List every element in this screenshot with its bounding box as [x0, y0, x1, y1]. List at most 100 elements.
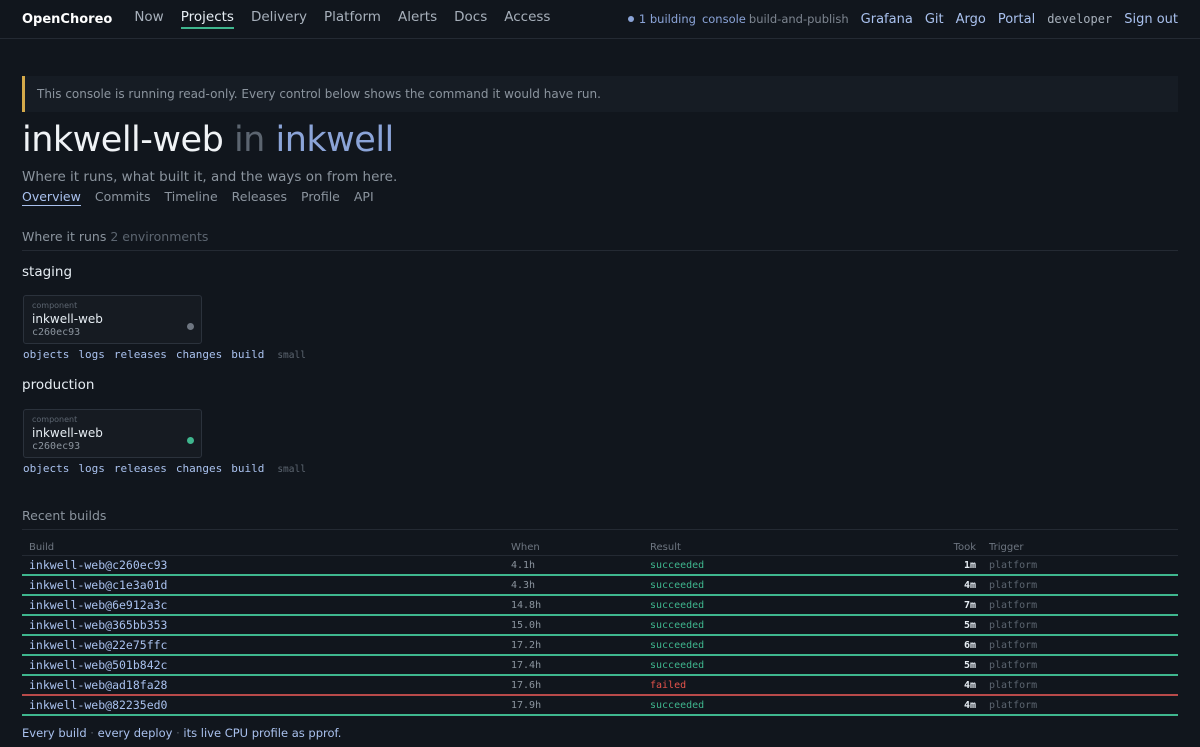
- build-link[interactable]: inkwell-web@ad18fa28: [29, 678, 167, 692]
- trigger-cell: platform: [989, 559, 1038, 571]
- took-cell: 5m: [963, 659, 976, 671]
- nav-now[interactable]: Now: [134, 9, 163, 29]
- action-logs[interactable]: logs: [78, 348, 105, 361]
- took-cell: 7m: [963, 599, 976, 611]
- nav-alerts[interactable]: Alerts: [398, 9, 437, 29]
- nav-right: 1 building console build-and-publish Gra…: [627, 12, 1178, 27]
- pipeline-name: build-and-publish: [748, 12, 849, 26]
- trigger-cell: platform: [989, 699, 1038, 711]
- when-cell: 17.4h: [511, 659, 542, 671]
- builds-table: Build When Result Took Trigger inkwell-w…: [22, 539, 1178, 716]
- status-dot-icon: [187, 323, 194, 330]
- page-title: inkwell-web in inkwell: [22, 120, 394, 160]
- staging-actions: objects logs releases changes build smal…: [23, 348, 306, 361]
- took-cell: 6m: [963, 639, 976, 651]
- build-link[interactable]: inkwell-web@501b842c: [29, 658, 167, 672]
- tab-timeline[interactable]: Timeline: [164, 189, 217, 206]
- card-commit: c260ec93: [32, 327, 81, 338]
- tab-profile[interactable]: Profile: [301, 189, 340, 206]
- table-row[interactable]: inkwell-web@ad18fa28 17.6h failed 4m platfor…: [22, 676, 1178, 696]
- table-row[interactable]: inkwell-web@6e912a3c 14.8h succeeded 7m plat…: [22, 596, 1178, 616]
- table-row[interactable]: inkwell-web@501b842c 17.4h succeeded 5m plat…: [22, 656, 1178, 676]
- tab-api[interactable]: API: [354, 189, 374, 206]
- result-cell: succeeded: [650, 559, 705, 571]
- footer-item: its live CPU profile as pprof.: [183, 726, 342, 740]
- username: developer: [1047, 12, 1113, 26]
- signout-button[interactable]: Sign out: [1124, 12, 1178, 27]
- env-production-name: production: [22, 377, 95, 393]
- recent-builds-heading: Recent builds: [22, 508, 1178, 530]
- building-count[interactable]: 1 building: [639, 12, 696, 26]
- nav-access[interactable]: Access: [504, 9, 550, 29]
- result-cell: succeeded: [650, 639, 705, 651]
- nav-portal[interactable]: Portal: [998, 12, 1035, 27]
- card-kind: component: [32, 301, 78, 310]
- when-cell: 4.3h: [511, 579, 536, 591]
- build-cell: inkwell-web@82235ed0: [22, 698, 511, 712]
- build-link[interactable]: inkwell-web@c260ec93: [29, 558, 167, 572]
- build-link[interactable]: inkwell-web@6e912a3c: [29, 598, 167, 612]
- component-card-staging[interactable]: component inkwell-web c260ec93: [23, 295, 202, 344]
- build-link[interactable]: inkwell-web@365bb353: [29, 618, 167, 632]
- page-subtitle: Where it runs, what built it, and the wa…: [22, 169, 398, 185]
- build-cell: inkwell-web@ad18fa28: [22, 678, 511, 692]
- card-component: inkwell-web: [32, 312, 103, 326]
- table-row[interactable]: inkwell-web@c260ec93 4.1h succeeded 1m platf…: [22, 556, 1178, 576]
- build-link[interactable]: inkwell-web@c1e3a01d: [29, 578, 167, 592]
- nav-delivery[interactable]: Delivery: [251, 9, 307, 29]
- tab-commits[interactable]: Commits: [95, 189, 151, 206]
- result-cell: succeeded: [650, 659, 705, 671]
- action-logs[interactable]: logs: [78, 462, 105, 475]
- component-card-production[interactable]: component inkwell-web c260ec93: [23, 409, 202, 458]
- nav-docs[interactable]: Docs: [454, 9, 487, 29]
- build-cell: inkwell-web@6e912a3c: [22, 598, 511, 612]
- table-row[interactable]: inkwell-web@82235ed0 17.9h succeeded 4m plat…: [22, 696, 1178, 716]
- readonly-banner: This console is running read-only. Every…: [22, 76, 1178, 112]
- build-cell: inkwell-web@501b842c: [22, 658, 511, 672]
- result-cell: failed: [650, 679, 687, 691]
- build-cell: inkwell-web@22e75ffc: [22, 638, 511, 652]
- tab-releases[interactable]: Releases: [232, 189, 287, 206]
- table-row[interactable]: inkwell-web@22e75ffc 17.2h succeeded 6m plat…: [22, 636, 1178, 656]
- section-title: Recent builds: [22, 508, 107, 523]
- action-changes[interactable]: changes: [176, 462, 222, 475]
- col-build: Build: [29, 541, 55, 553]
- nav-grafana[interactable]: Grafana: [861, 12, 913, 27]
- builds-table-header: Build When Result Took Trigger: [22, 539, 1178, 556]
- footer-item: Every build: [22, 726, 87, 740]
- where-it-runs-heading: Where it runs 2 environments: [22, 229, 1178, 251]
- took-cell: 4m: [963, 579, 976, 591]
- action-releases[interactable]: releases: [114, 462, 167, 475]
- brand-logo[interactable]: OpenChoreo: [22, 12, 112, 27]
- size-badge: small: [277, 350, 306, 361]
- table-row[interactable]: inkwell-web@c1e3a01d 4.3h succeeded 4m platf…: [22, 576, 1178, 596]
- nav-projects[interactable]: Projects: [180, 9, 234, 29]
- build-link[interactable]: inkwell-web@82235ed0: [29, 698, 167, 712]
- when-cell: 17.9h: [511, 699, 542, 711]
- action-objects[interactable]: objects: [23, 462, 69, 475]
- nav-git[interactable]: Git: [925, 12, 944, 27]
- card-commit: c260ec93: [32, 441, 81, 452]
- action-changes[interactable]: changes: [176, 348, 222, 361]
- col-trigger: Trigger: [989, 541, 1024, 553]
- result-cell: succeeded: [650, 619, 705, 631]
- action-build[interactable]: build: [231, 462, 264, 475]
- nav-argo[interactable]: Argo: [956, 12, 986, 27]
- component-name: inkwell-web: [22, 120, 224, 160]
- title-in: in: [233, 120, 265, 160]
- tab-overview[interactable]: Overview: [22, 189, 81, 206]
- action-build[interactable]: build: [231, 348, 264, 361]
- action-releases[interactable]: releases: [114, 348, 167, 361]
- nav-platform[interactable]: Platform: [324, 9, 381, 29]
- result-cell: succeeded: [650, 599, 705, 611]
- when-cell: 15.0h: [511, 619, 542, 631]
- trigger-cell: platform: [989, 619, 1038, 631]
- action-objects[interactable]: objects: [23, 348, 69, 361]
- table-row[interactable]: inkwell-web@365bb353 15.0h succeeded 5m plat…: [22, 616, 1178, 636]
- trigger-cell: platform: [989, 599, 1038, 611]
- build-cell: inkwell-web@c260ec93: [22, 558, 511, 572]
- trigger-cell: platform: [989, 659, 1038, 671]
- build-link[interactable]: inkwell-web@22e75ffc: [29, 638, 167, 652]
- project-link[interactable]: inkwell: [276, 120, 395, 160]
- trigger-cell: platform: [989, 579, 1038, 591]
